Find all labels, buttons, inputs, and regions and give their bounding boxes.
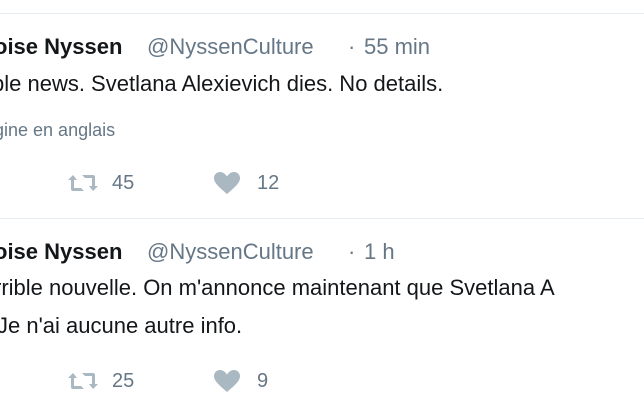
like-count: 12 xyxy=(257,172,280,194)
tweet-timestamp[interactable]: 55 min xyxy=(364,34,430,60)
user-fullname[interactable]: oise Nyssen xyxy=(0,34,122,60)
tweet[interactable]: oise Nyssen @NyssenCulture · 55 min ble … xyxy=(0,0,644,218)
user-fullname[interactable]: oise Nyssen xyxy=(0,239,122,265)
tweet[interactable]: oise Nyssen @NyssenCulture · 1 h rrible … xyxy=(0,219,644,414)
retweet-button[interactable]: 45 xyxy=(66,171,134,195)
retweet-button[interactable]: 25 xyxy=(66,369,134,393)
tweet-text-line: rrible nouvelle. On m'annonce maintenant… xyxy=(0,275,555,300)
timeline: oise Nyssen @NyssenCulture · 55 min ble … xyxy=(0,0,644,414)
retweet-count: 45 xyxy=(112,172,135,194)
retweet-icon xyxy=(66,172,100,194)
translate-link[interactable]: gine en anglais xyxy=(0,119,115,141)
user-handle[interactable]: @NyssenCulture xyxy=(147,34,314,60)
like-button[interactable]: 12 xyxy=(213,171,279,195)
tweet-text-line: Je n'ai aucune autre info. xyxy=(0,313,243,338)
separator-dot: · xyxy=(348,34,356,59)
separator-dot: · xyxy=(348,239,356,264)
tweet-text: ble news. Svetlana Alexievich dies. No d… xyxy=(0,71,444,96)
tweet-timestamp[interactable]: 1 h xyxy=(364,239,395,265)
heart-icon xyxy=(213,171,241,195)
heart-icon xyxy=(213,369,241,393)
retweet-count: 25 xyxy=(112,370,135,392)
like-count: 9 xyxy=(257,370,269,392)
user-handle[interactable]: @NyssenCulture xyxy=(147,239,314,265)
like-button[interactable]: 9 xyxy=(213,369,268,393)
retweet-icon xyxy=(66,370,100,392)
